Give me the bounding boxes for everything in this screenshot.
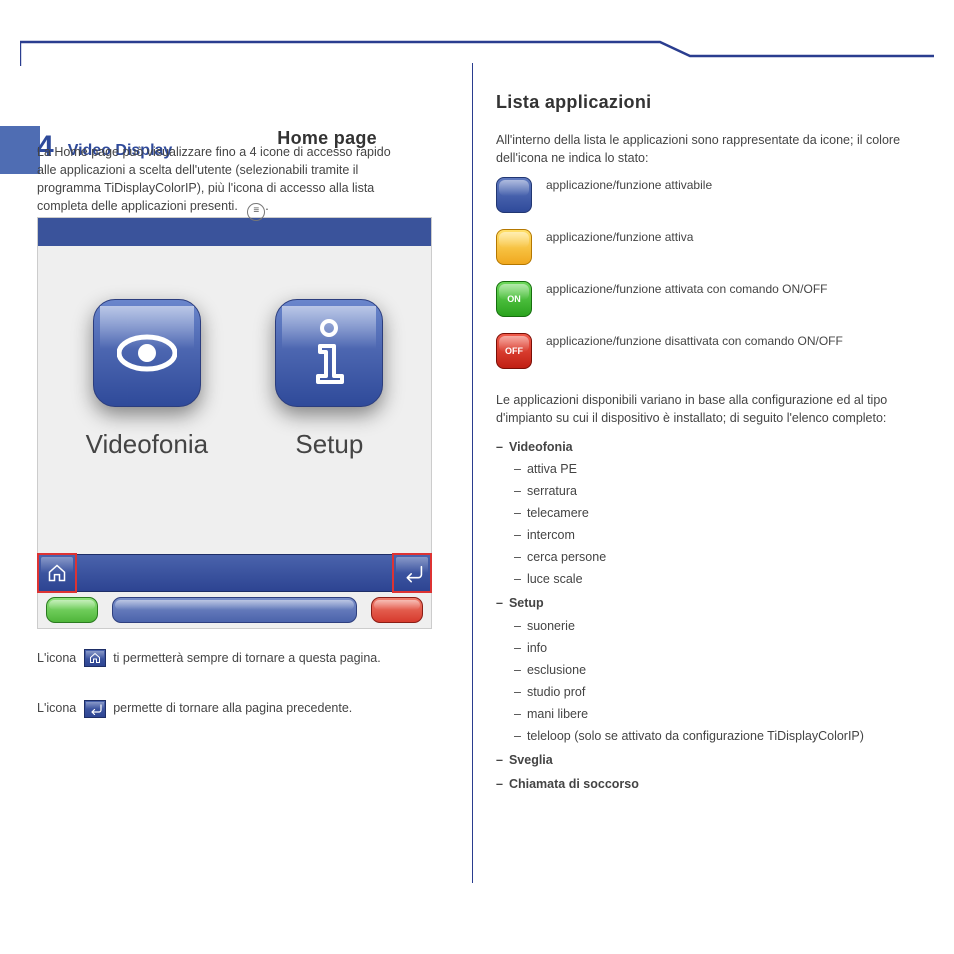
bottom-green-pill[interactable] (46, 597, 98, 623)
menu-item: serratura (514, 484, 577, 498)
menu-chiamata: Chiamata di soccorso (496, 777, 639, 791)
screenshot-titlebar (38, 218, 431, 246)
explain-home: L'icona ti permetterà sempre di tornare … (37, 649, 437, 668)
right-intro: All'interno della lista le applicazioni … (496, 131, 916, 167)
left-accent-bar (0, 126, 40, 174)
menu-item: attiva PE (514, 462, 577, 476)
mini-back-icon (84, 700, 106, 718)
bottom-red-pill[interactable] (371, 597, 423, 623)
device-screenshot: Videofonia Setup (37, 217, 432, 629)
legend-row-green: ON applicazione/funzione attivata con co… (496, 281, 916, 317)
page-top-rule (20, 38, 934, 66)
nav-middle (76, 554, 393, 592)
legend-icon-red: OFF (496, 333, 532, 369)
menu-item: teleloop (solo se attivato da configuraz… (514, 729, 864, 743)
menu-item: esclusione (514, 663, 586, 677)
legend-text-blue: applicazione/funzione attivabile (546, 177, 712, 193)
menu-item: mani libere (514, 707, 588, 721)
menu-intro: Le applicazioni disponibili variano in b… (496, 391, 916, 427)
column-divider (472, 63, 473, 883)
legend-text-green: applicazione/funzione attivata con coman… (546, 281, 827, 297)
explain-home-pre: L'icona (37, 651, 76, 665)
tile-videofonia-label: Videofonia (86, 429, 208, 460)
legend-row-red: OFF applicazione/funzione disattivata co… (496, 333, 916, 369)
menu-setup: Setup (496, 596, 544, 610)
nav-back-button[interactable] (393, 554, 431, 592)
legend-text-yellow: applicazione/funzione attiva (546, 229, 693, 245)
menu-item: studio prof (514, 685, 585, 699)
left-column: 4 Video Display Home page La Home page p… (37, 70, 437, 718)
legend-row-blue: applicazione/funzione attivabile (496, 177, 916, 213)
bottom-blue-pill[interactable] (112, 597, 357, 623)
menu-item: cerca persone (514, 550, 606, 564)
app-menu-list: Videofonia attiva PE serratura telecamer… (496, 438, 916, 794)
menu-item: luce scale (514, 572, 583, 586)
explain-back-post: permette di tornare alla pagina preceden… (113, 701, 352, 715)
tile-setup[interactable]: Setup (275, 299, 383, 460)
eye-icon (93, 299, 201, 407)
nav-home-button[interactable] (38, 554, 76, 592)
menu-item: intercom (514, 528, 575, 542)
explain-home-post: ti permetterà sempre di tornare a questa… (113, 651, 381, 665)
left-intro: La Home page può visualizzare fino a 4 i… (37, 143, 397, 221)
menu-videofonia: Videofonia (496, 440, 573, 454)
menu-item: telecamere (514, 506, 589, 520)
mini-home-icon (84, 649, 106, 667)
legend-icon-blue (496, 177, 532, 213)
left-intro-text: La Home page può visualizzare fino a 4 i… (37, 145, 391, 213)
explain-back: L'icona permette di tornare alla pagina … (37, 699, 437, 718)
explain-back-pre: L'icona (37, 701, 76, 715)
legend-icon-green: ON (496, 281, 532, 317)
screenshot-bottom-bar (38, 592, 431, 628)
list-icon: ≡ (247, 203, 265, 221)
screenshot-body: Videofonia Setup (38, 246, 431, 524)
tile-setup-label: Setup (295, 429, 363, 460)
menu-sveglia: Sveglia (496, 753, 553, 767)
legend-row-yellow: applicazione/funzione attiva (496, 229, 916, 265)
menu-item: info (514, 641, 547, 655)
info-icon (275, 299, 383, 407)
screenshot-navbar (38, 554, 431, 592)
right-column: Lista applicazioni All'interno della lis… (496, 70, 916, 798)
right-heading: Lista applicazioni (496, 92, 916, 113)
menu-item: suonerie (514, 619, 575, 633)
legend-text-red: applicazione/funzione disattivata con co… (546, 333, 843, 349)
legend-icon-yellow (496, 229, 532, 265)
tile-videofonia[interactable]: Videofonia (86, 299, 208, 460)
color-legend: applicazione/funzione attivabile applica… (496, 177, 916, 369)
